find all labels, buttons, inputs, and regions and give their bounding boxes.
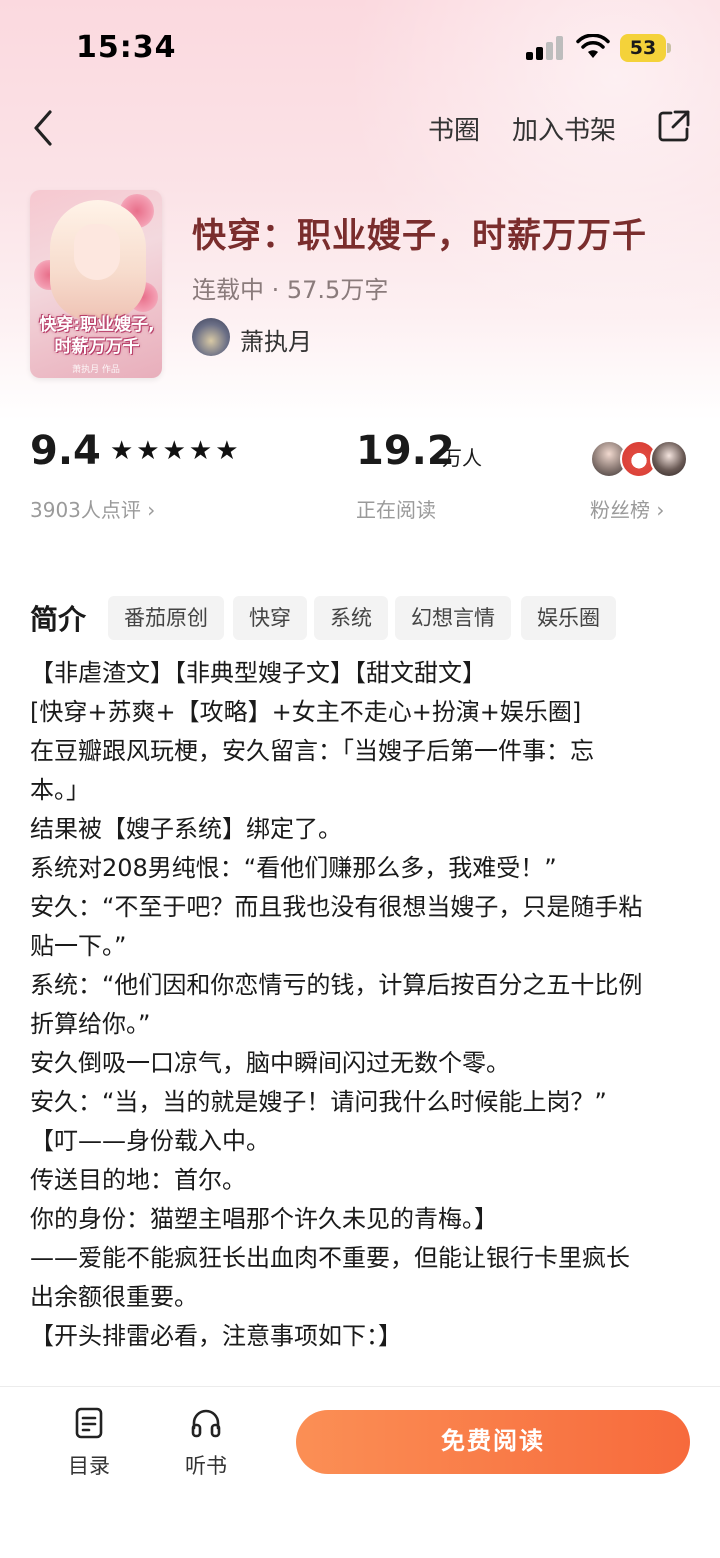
intro-line: 贴一下。” — [30, 932, 127, 960]
reviews-link[interactable]: 3903人点评 › — [30, 494, 155, 523]
intro-line: 【开头排雷必看，注意事项如下：】 — [30, 1322, 402, 1350]
battery-icon: 53 — [620, 34, 672, 62]
intro-line: 在豆瓣跟风玩梗，安久留言：「当嫂子后第一件事：忘 — [30, 737, 594, 765]
catalog-icon — [75, 1407, 103, 1439]
intro-line: 安久：“当，当的就是嫂子！请问我什么时候能上岗？” — [30, 1088, 607, 1116]
rating-stars: ★★★★★ — [110, 436, 242, 466]
intro-line: 本。」 — [30, 776, 90, 804]
fan-avatar[interactable] — [650, 440, 688, 478]
status-time: 15:34 — [76, 30, 177, 65]
headphones-icon — [191, 1409, 221, 1438]
intro-line: 系统：“他们因和你恋情亏的钱，计算后按百分之五十比例 — [30, 971, 643, 999]
intro-line: 结果被【嫂子系统】绑定了。 — [30, 815, 342, 843]
intro-line: 系统对208男纯恨：“看他们赚那么多，我难受！” — [30, 854, 557, 882]
catalog-button[interactable]: 目录 — [54, 1406, 124, 1480]
reader-count: 19.2 — [356, 428, 455, 474]
status-bar: 15:34 53 — [0, 0, 720, 96]
intro-line: 出余额很重要。 — [30, 1283, 198, 1311]
cover-title: 快穿:职业嫂子,时薪万万千 — [39, 315, 155, 357]
intro-line: 【非虐渣文】【非典型嫂子文】【甜文甜文】 — [30, 659, 486, 687]
book-title: 快穿：职业嫂子，时薪万万千 — [192, 216, 647, 256]
catalog-label: 目录 — [68, 1454, 110, 1478]
cover-subtitle: 萧执月 作品 — [72, 365, 120, 375]
tag-chip[interactable]: 幻想言情 — [395, 596, 511, 640]
author-avatar[interactable] — [192, 318, 230, 356]
intro-line: 安久倒吸一口凉气，脑中瞬间闪过无数个零。 — [30, 1049, 510, 1077]
free-read-button[interactable]: 免费阅读 — [296, 1410, 690, 1474]
signal-icon — [526, 36, 564, 60]
intro-line: [快穿+苏爽+【攻略】+女主不走心+扮演+娱乐圈] — [30, 698, 582, 726]
intro-line: 你的身份：猫塑主唱那个许久未见的青梅。】 — [30, 1205, 498, 1233]
book-circle-link[interactable]: 书圈 — [428, 110, 480, 147]
intro-line: 传送目的地：首尔。 — [30, 1166, 246, 1194]
listen-label: 听书 — [185, 1454, 227, 1478]
add-to-shelf-button[interactable]: 加入书架 — [512, 110, 616, 147]
tag-chip[interactable]: 番茄原创 — [108, 596, 224, 640]
listen-button[interactable]: 听书 — [171, 1406, 241, 1480]
share-icon[interactable] — [656, 108, 692, 144]
back-chevron-icon[interactable] — [24, 106, 64, 150]
rating-score: 9.4 — [30, 428, 101, 474]
fan-ranking-link[interactable]: 粉丝榜 › — [590, 494, 664, 523]
battery-level: 53 — [629, 37, 657, 59]
intro-line: 安久：“不至于吧？而且我也没有很想当嫂子，只是随手粘 — [30, 893, 643, 921]
book-meta: 连载中 · 57.5万字 — [192, 276, 389, 304]
author-name[interactable]: 萧执月 — [240, 322, 312, 357]
intro-heading: 简介 — [30, 603, 87, 636]
book-cover[interactable]: 快穿:职业嫂子,时薪万万千 萧执月 作品 — [30, 190, 162, 378]
wifi-icon — [576, 34, 610, 58]
reader-count-unit: 万人 — [442, 446, 482, 470]
intro-line: 【叮——身份载入中。 — [30, 1127, 270, 1155]
tag-chip[interactable]: 娱乐圈 — [521, 596, 616, 640]
intro-line: ——爱能不能疯狂长出血肉不重要，但能让银行卡里疯长 — [30, 1244, 630, 1272]
reading-now-label: 正在阅读 — [356, 498, 436, 522]
tag-chip[interactable]: 快穿 — [233, 596, 307, 640]
intro-line: 折算给你。” — [30, 1010, 151, 1038]
tag-chip[interactable]: 系统 — [314, 596, 388, 640]
cover-face — [74, 224, 120, 280]
intro-text: 【非虐渣文】【非典型嫂子文】【甜文甜文】 [快穿+苏爽+【攻略】+女主不走心+扮… — [30, 654, 692, 1356]
